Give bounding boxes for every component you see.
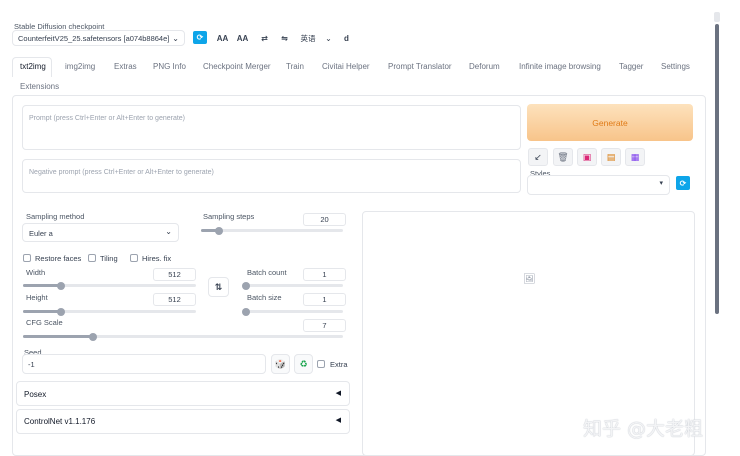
hires-fix-checkbox[interactable] bbox=[130, 254, 138, 262]
refresh-icon[interactable]: ⟳ bbox=[193, 31, 207, 44]
prompt-placeholder: Prompt (press Ctrl+Enter or Alt+Enter to… bbox=[29, 115, 186, 122]
tiling-label: Tiling bbox=[100, 254, 118, 263]
cfg-scale-slider[interactable] bbox=[23, 332, 343, 341]
toolbar-btn-2[interactable]: AA bbox=[234, 31, 251, 46]
tab-png-info[interactable]: PNG Info bbox=[153, 62, 186, 71]
restore-faces-checkbox[interactable] bbox=[23, 254, 31, 262]
swap-dimensions-icon[interactable]: ⇅ bbox=[208, 277, 229, 297]
seed-value: -1 bbox=[28, 360, 35, 369]
batch-size-number[interactable]: 1 bbox=[303, 293, 346, 306]
dice-icon[interactable]: 🎲 bbox=[271, 354, 290, 374]
collapse-triangle-icon: ◀ bbox=[335, 390, 341, 397]
slider-thumb[interactable] bbox=[89, 332, 98, 341]
cfg-scale-number[interactable]: 7 bbox=[303, 319, 346, 332]
width-number[interactable]: 512 bbox=[153, 268, 196, 281]
toolbar-btn-1[interactable]: AA bbox=[214, 31, 231, 46]
tab-tagger[interactable]: Tagger bbox=[619, 62, 643, 71]
tab-settings[interactable]: Settings bbox=[661, 62, 690, 71]
tiling-checkbox[interactable] bbox=[88, 254, 96, 262]
chevron-down-icon[interactable]: ⌄ bbox=[320, 31, 337, 46]
trash-icon[interactable]: 🗑 bbox=[553, 148, 573, 166]
arrow-icon[interactable]: ↙ bbox=[528, 148, 548, 166]
styles-select[interactable]: ▾ bbox=[527, 175, 670, 195]
sampling-method-select[interactable]: Euler a ⌄ bbox=[22, 223, 179, 242]
width-label: Width bbox=[26, 268, 46, 277]
chevron-down-icon: ⌄ bbox=[172, 33, 179, 43]
extra-checkbox[interactable] bbox=[317, 360, 325, 368]
checkpoint-value: CounterfeitV25_25.safetensors [a074b8864… bbox=[18, 33, 170, 43]
sampling-steps-slider[interactable] bbox=[201, 226, 343, 235]
slider-fill bbox=[23, 335, 94, 338]
watermark: 知乎 @大老粗 bbox=[583, 418, 704, 440]
scrollbar-up[interactable] bbox=[714, 12, 720, 22]
tab-civitai-helper[interactable]: Civitai Helper bbox=[322, 62, 370, 71]
hires-fix-label: Hires. fix bbox=[142, 254, 172, 263]
checkpoint-select[interactable]: CounterfeitV25_25.safetensors [a074b8864… bbox=[12, 30, 185, 46]
batch-size-slider[interactable] bbox=[242, 307, 343, 316]
tab-prompt-translator[interactable]: Prompt Translator bbox=[388, 62, 452, 71]
batch-size-label: Batch size bbox=[247, 293, 282, 302]
triangle-down-icon: ▾ bbox=[659, 180, 663, 187]
tab-deforum[interactable]: Deforum bbox=[469, 62, 500, 71]
refresh-icon[interactable]: ⟳ bbox=[676, 176, 690, 190]
posex-accordion[interactable]: Posex ◀ bbox=[16, 381, 350, 406]
sampling-steps-label: Sampling steps bbox=[203, 212, 255, 221]
save-icon[interactable]: ▦ bbox=[625, 148, 645, 166]
tab-checkpoint-merger[interactable]: Checkpoint Merger bbox=[203, 62, 271, 71]
clipboard-icon[interactable]: ▤ bbox=[601, 148, 621, 166]
slider-thumb[interactable] bbox=[57, 281, 66, 290]
translate-icon[interactable]: ⇋ bbox=[276, 31, 293, 46]
toolbar-d-button[interactable]: d bbox=[338, 31, 355, 46]
scrollbar-thumb[interactable] bbox=[715, 24, 719, 314]
tab-extras[interactable]: Extras bbox=[114, 62, 137, 71]
batch-count-slider[interactable] bbox=[242, 281, 343, 290]
tab-txt2img[interactable]: txt2img bbox=[20, 62, 46, 71]
batch-count-number[interactable]: 1 bbox=[303, 268, 346, 281]
generate-label: Generate bbox=[592, 117, 628, 128]
tab-train[interactable]: Train bbox=[286, 62, 304, 71]
posex-label: Posex bbox=[24, 390, 47, 399]
slider-thumb[interactable] bbox=[57, 307, 66, 316]
slider-fill bbox=[23, 284, 62, 287]
cfg-scale-label: CFG Scale bbox=[26, 318, 63, 327]
negative-prompt-placeholder: Negative prompt (press Ctrl+Enter or Alt… bbox=[29, 169, 214, 176]
recycle-icon[interactable]: ♻ bbox=[294, 354, 313, 374]
prompt-input[interactable]: Prompt (press Ctrl+Enter or Alt+Enter to… bbox=[22, 105, 521, 150]
tab-img2img[interactable]: img2img bbox=[65, 62, 95, 71]
image-placeholder-icon: 🖼 bbox=[523, 274, 536, 285]
sampling-steps-number[interactable]: 20 bbox=[303, 213, 346, 226]
bookmark-icon[interactable]: ▣ bbox=[577, 148, 597, 166]
batch-count-label: Batch count bbox=[247, 268, 287, 277]
language-label[interactable]: 英语 bbox=[298, 31, 318, 46]
extra-label: Extra bbox=[330, 360, 348, 369]
swap-icon[interactable]: ⇄ bbox=[256, 31, 273, 46]
slider-thumb[interactable] bbox=[242, 307, 250, 316]
tab-extensions[interactable]: Extensions bbox=[20, 82, 59, 91]
height-label: Height bbox=[26, 293, 48, 302]
negative-prompt-input[interactable]: Negative prompt (press Ctrl+Enter or Alt… bbox=[22, 159, 521, 193]
controlnet-accordion[interactable]: ControlNet v1.1.176 ◀ bbox=[16, 409, 350, 434]
controlnet-label: ControlNet v1.1.176 bbox=[24, 417, 96, 426]
sampling-method-label: Sampling method bbox=[26, 212, 85, 221]
seed-input[interactable]: -1 bbox=[22, 354, 266, 374]
generate-button[interactable]: Generate bbox=[527, 104, 693, 141]
slider-fill bbox=[23, 310, 62, 313]
restore-faces-label: Restore faces bbox=[35, 254, 82, 263]
height-number[interactable]: 512 bbox=[153, 293, 196, 306]
slider-thumb[interactable] bbox=[215, 226, 224, 235]
collapse-triangle-icon: ◀ bbox=[335, 417, 341, 424]
slider-thumb[interactable] bbox=[242, 281, 250, 290]
tab-infinite-image-browsing[interactable]: Infinite image browsing bbox=[519, 62, 601, 71]
height-slider[interactable] bbox=[23, 307, 196, 316]
sampling-method-value: Euler a bbox=[29, 229, 53, 238]
width-slider[interactable] bbox=[23, 281, 196, 290]
chevron-down-icon: ⌄ bbox=[165, 227, 172, 236]
